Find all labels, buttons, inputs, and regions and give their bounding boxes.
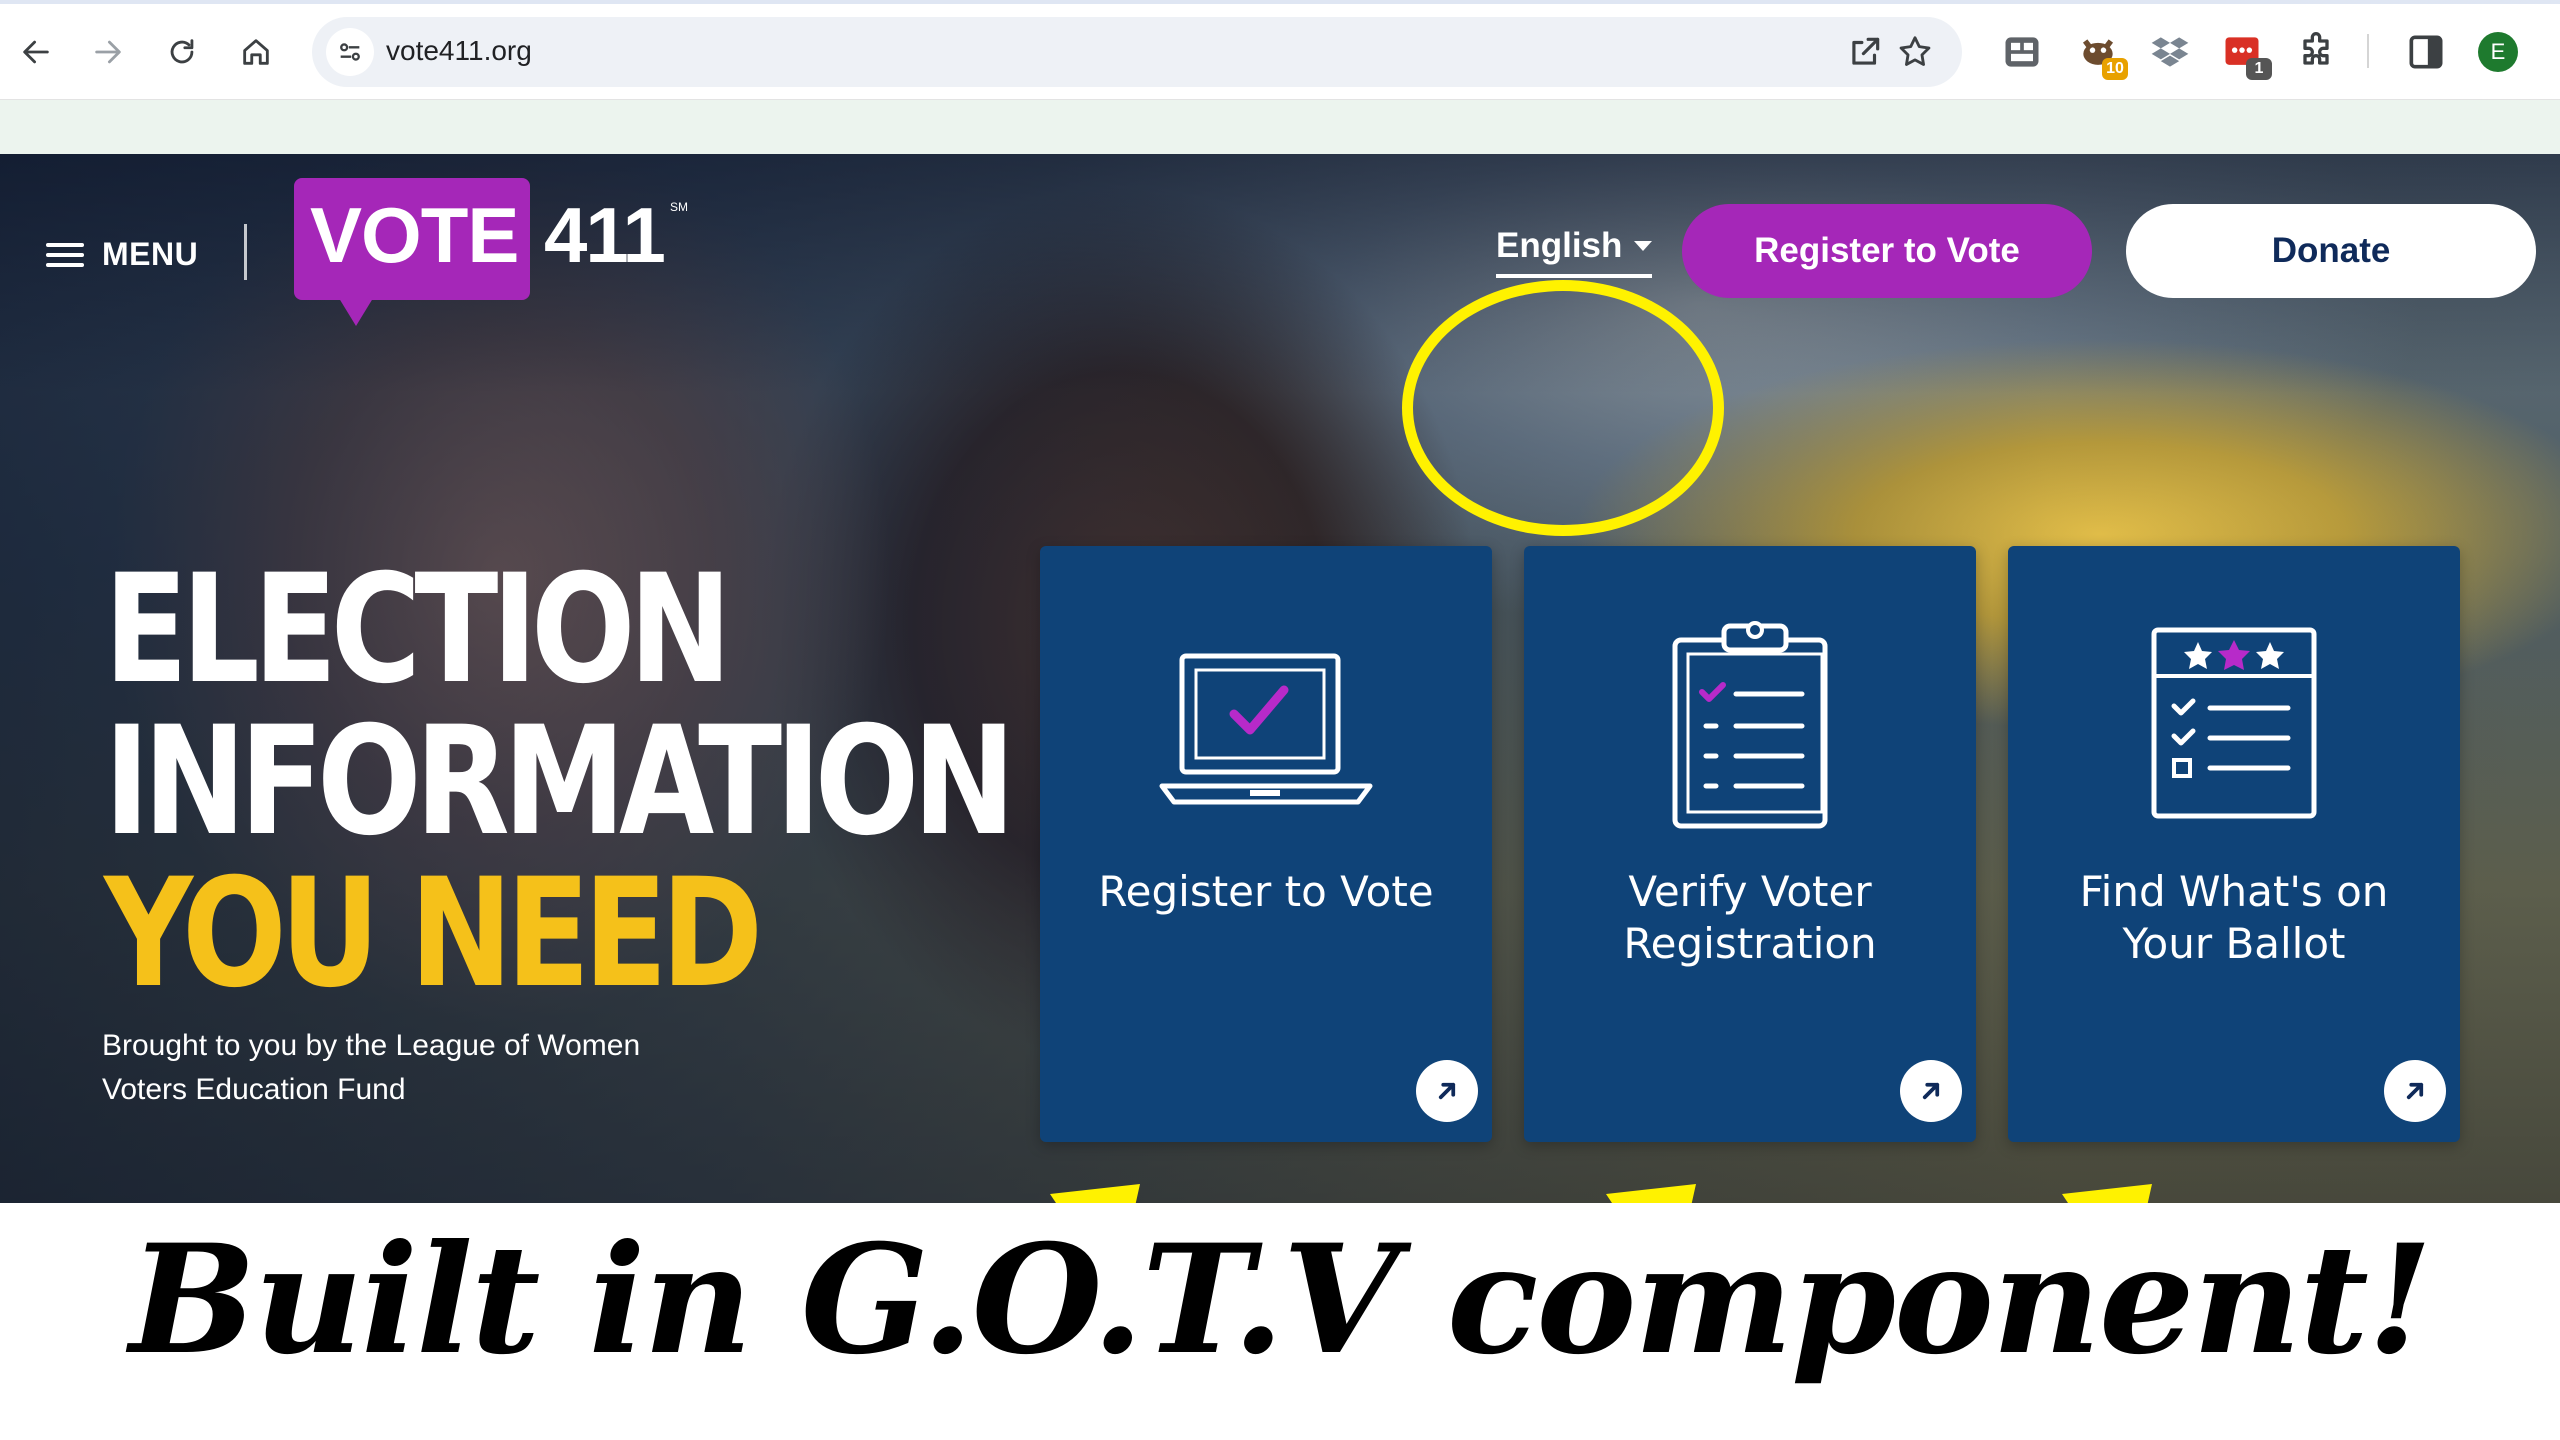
- annotation-caption: Built in G.O.T.V component!: [129, 1212, 2432, 1388]
- side-panel-button[interactable]: [2404, 30, 2448, 74]
- menu-button[interactable]: MENU: [46, 236, 198, 273]
- laptop-check-icon: [1159, 653, 1373, 805]
- forward-button[interactable]: [82, 26, 134, 78]
- dropbox-button[interactable]: [2148, 30, 2192, 74]
- extension-dog-button[interactable]: 10: [2076, 30, 2128, 80]
- card-arrow-button[interactable]: [1416, 1060, 1478, 1122]
- arrow-up-right-icon: [1438, 1082, 1456, 1100]
- url-text[interactable]: vote411.org: [386, 35, 532, 67]
- extension-grid-icon: [2005, 37, 2039, 67]
- dropbox-icon: [2151, 37, 2189, 67]
- donate-button[interactable]: Donate: [2126, 204, 2536, 298]
- extension-red-badge: 1: [2246, 58, 2272, 80]
- tab-strip: [0, 0, 2560, 4]
- back-button[interactable]: [10, 26, 62, 78]
- header-divider: [244, 224, 247, 280]
- forward-arrow-icon: [95, 40, 121, 64]
- card-title: Register to Vote: [1098, 867, 1434, 916]
- arrow-up-right-icon: [2406, 1082, 2424, 1100]
- logo-vote-text: VOTE: [310, 191, 519, 279]
- hero-section: MENU VOTE 411 SM English Register to Vot…: [0, 154, 2560, 1203]
- card-title: Find What's on Your Ballot: [2079, 867, 2389, 968]
- toolbar-divider: [2367, 34, 2369, 68]
- card-arrow-button[interactable]: [2384, 1060, 2446, 1122]
- hamburger-icon: [46, 240, 84, 270]
- share-icon[interactable]: [1846, 33, 1884, 71]
- page-top-strip: [0, 100, 2560, 154]
- extensions-menu-button[interactable]: [2294, 30, 2338, 74]
- arrow-up-right-icon: [1922, 1082, 1940, 1100]
- menu-label: MENU: [102, 236, 199, 272]
- vote411-logo[interactable]: VOTE 411 SM: [294, 178, 694, 328]
- browser-toolbar: vote411.org 10 1 E: [0, 0, 2560, 100]
- bookmark-star-icon[interactable]: [1896, 33, 1934, 71]
- headline-line-3: YOU NEED: [104, 847, 763, 1021]
- extension-grid-button[interactable]: [2000, 30, 2044, 74]
- site-info-button[interactable]: [326, 28, 374, 76]
- logo-service-mark: SM: [670, 200, 688, 214]
- register-to-vote-button[interactable]: Register to Vote: [1682, 204, 2092, 298]
- profile-avatar[interactable]: E: [2478, 32, 2518, 72]
- hero-headline: ELECTION INFORMATION YOU NEED: [104, 543, 1016, 1021]
- home-button[interactable]: [230, 26, 282, 78]
- language-selector[interactable]: English: [1496, 226, 1653, 278]
- annotation-arrow-icon: [1050, 1184, 1140, 1203]
- hero-byline: Brought to you by the League of Women Vo…: [102, 1029, 641, 1106]
- extension-red-button[interactable]: 1: [2220, 30, 2272, 80]
- clipboard-checklist-icon: [1672, 621, 1828, 829]
- annotation-arrow-icon: [1606, 1184, 1696, 1203]
- card-arrow-button[interactable]: [1900, 1060, 1962, 1122]
- ballot-stars-icon: [2151, 627, 2317, 819]
- headline-line-2: INFORMATION: [104, 695, 1016, 869]
- headline-line-1: ELECTION: [104, 543, 732, 717]
- extension-dog-badge: 10: [2102, 58, 2128, 80]
- home-icon: [243, 39, 269, 65]
- reload-button[interactable]: [156, 26, 208, 78]
- annotation-arrow-icon: [2062, 1184, 2152, 1203]
- address-bar[interactable]: vote411.org: [312, 17, 1962, 87]
- card-title: Verify Voter Registration: [1623, 867, 1877, 968]
- annotation-highlight-circle: [1402, 280, 1724, 536]
- reload-icon: [170, 39, 194, 64]
- puzzle-icon: [2303, 32, 2329, 65]
- side-panel-icon: [2409, 35, 2443, 69]
- language-label: English: [1496, 226, 1623, 265]
- logo-bubble-tail: [334, 290, 378, 326]
- back-arrow-icon: [23, 40, 49, 64]
- logo-number-text: 411: [544, 191, 666, 279]
- tune-icon: [340, 43, 360, 61]
- chevron-down-icon: [1634, 241, 1653, 251]
